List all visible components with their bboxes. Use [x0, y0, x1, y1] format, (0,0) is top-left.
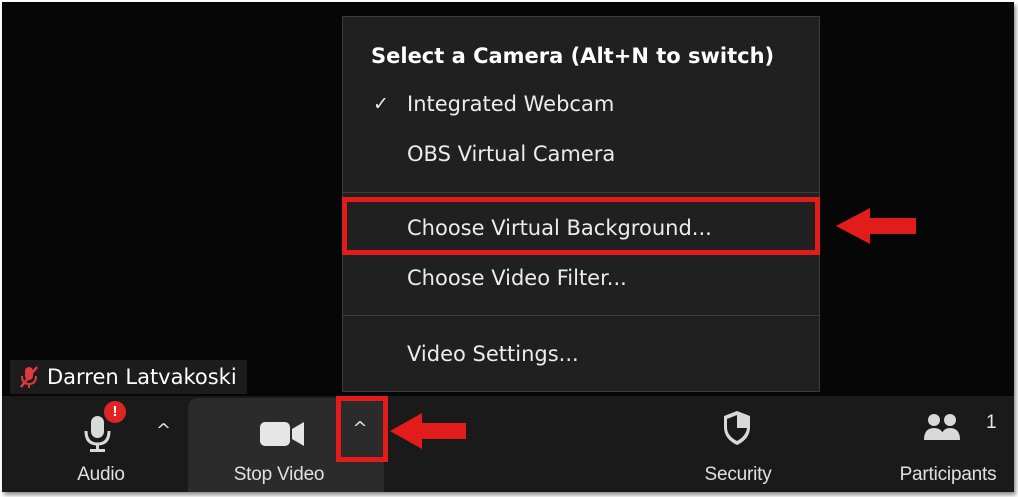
participants-count: 1: [986, 412, 997, 433]
menu-item-obs-virtual-camera[interactable]: OBS Virtual Camera: [343, 141, 819, 177]
meeting-toolbar: ! Audio ^ Stop Video ^ Security 1 Partic…: [2, 396, 1014, 492]
video-camera-icon: [260, 422, 304, 446]
menu-title: Select a Camera (Alt+N to switch): [371, 44, 775, 68]
meeting-window: Darren Latvakoski ! Audio ^ Stop Video ^…: [2, 2, 1014, 492]
participants-button[interactable]: 1 Participants: [882, 396, 1014, 492]
red-arrow-icon: [390, 413, 466, 449]
menu-item-label: Integrated Webcam: [407, 92, 615, 116]
check-icon: ✓: [373, 93, 389, 115]
security-button[interactable]: Security: [686, 396, 786, 492]
muted-mic-icon: [20, 366, 38, 388]
menu-item-label: Choose Video Filter...: [407, 266, 627, 290]
audio-options-caret[interactable]: ^: [156, 420, 171, 441]
participants-label: Participants: [899, 464, 997, 485]
participants-icon: [924, 414, 960, 440]
security-label: Security: [704, 464, 772, 485]
menu-item-video-settings[interactable]: Video Settings...: [343, 341, 819, 377]
menu-divider: [343, 315, 819, 316]
audio-label: Audio: [77, 464, 125, 485]
menu-item-integrated-webcam[interactable]: ✓ Integrated Webcam: [343, 91, 819, 127]
shield-icon: [724, 411, 750, 445]
participant-name: Darren Latvakoski: [47, 365, 237, 389]
participant-name-tag: Darren Latvakoski: [10, 360, 247, 394]
audio-button[interactable]: ! Audio: [54, 396, 164, 492]
video-caret-highlight: [336, 396, 388, 462]
virtual-background-highlight: [342, 197, 820, 255]
red-arrow-icon: [836, 208, 916, 244]
stop-video-button[interactable]: Stop Video: [188, 398, 338, 492]
menu-item-choose-video-filter[interactable]: Choose Video Filter...: [343, 265, 819, 301]
stop-video-label: Stop Video: [233, 464, 325, 485]
menu-divider: [343, 192, 819, 193]
menu-item-label: OBS Virtual Camera: [407, 142, 616, 166]
menu-item-label: Video Settings...: [407, 342, 579, 366]
audio-alert-badge: !: [104, 401, 126, 423]
